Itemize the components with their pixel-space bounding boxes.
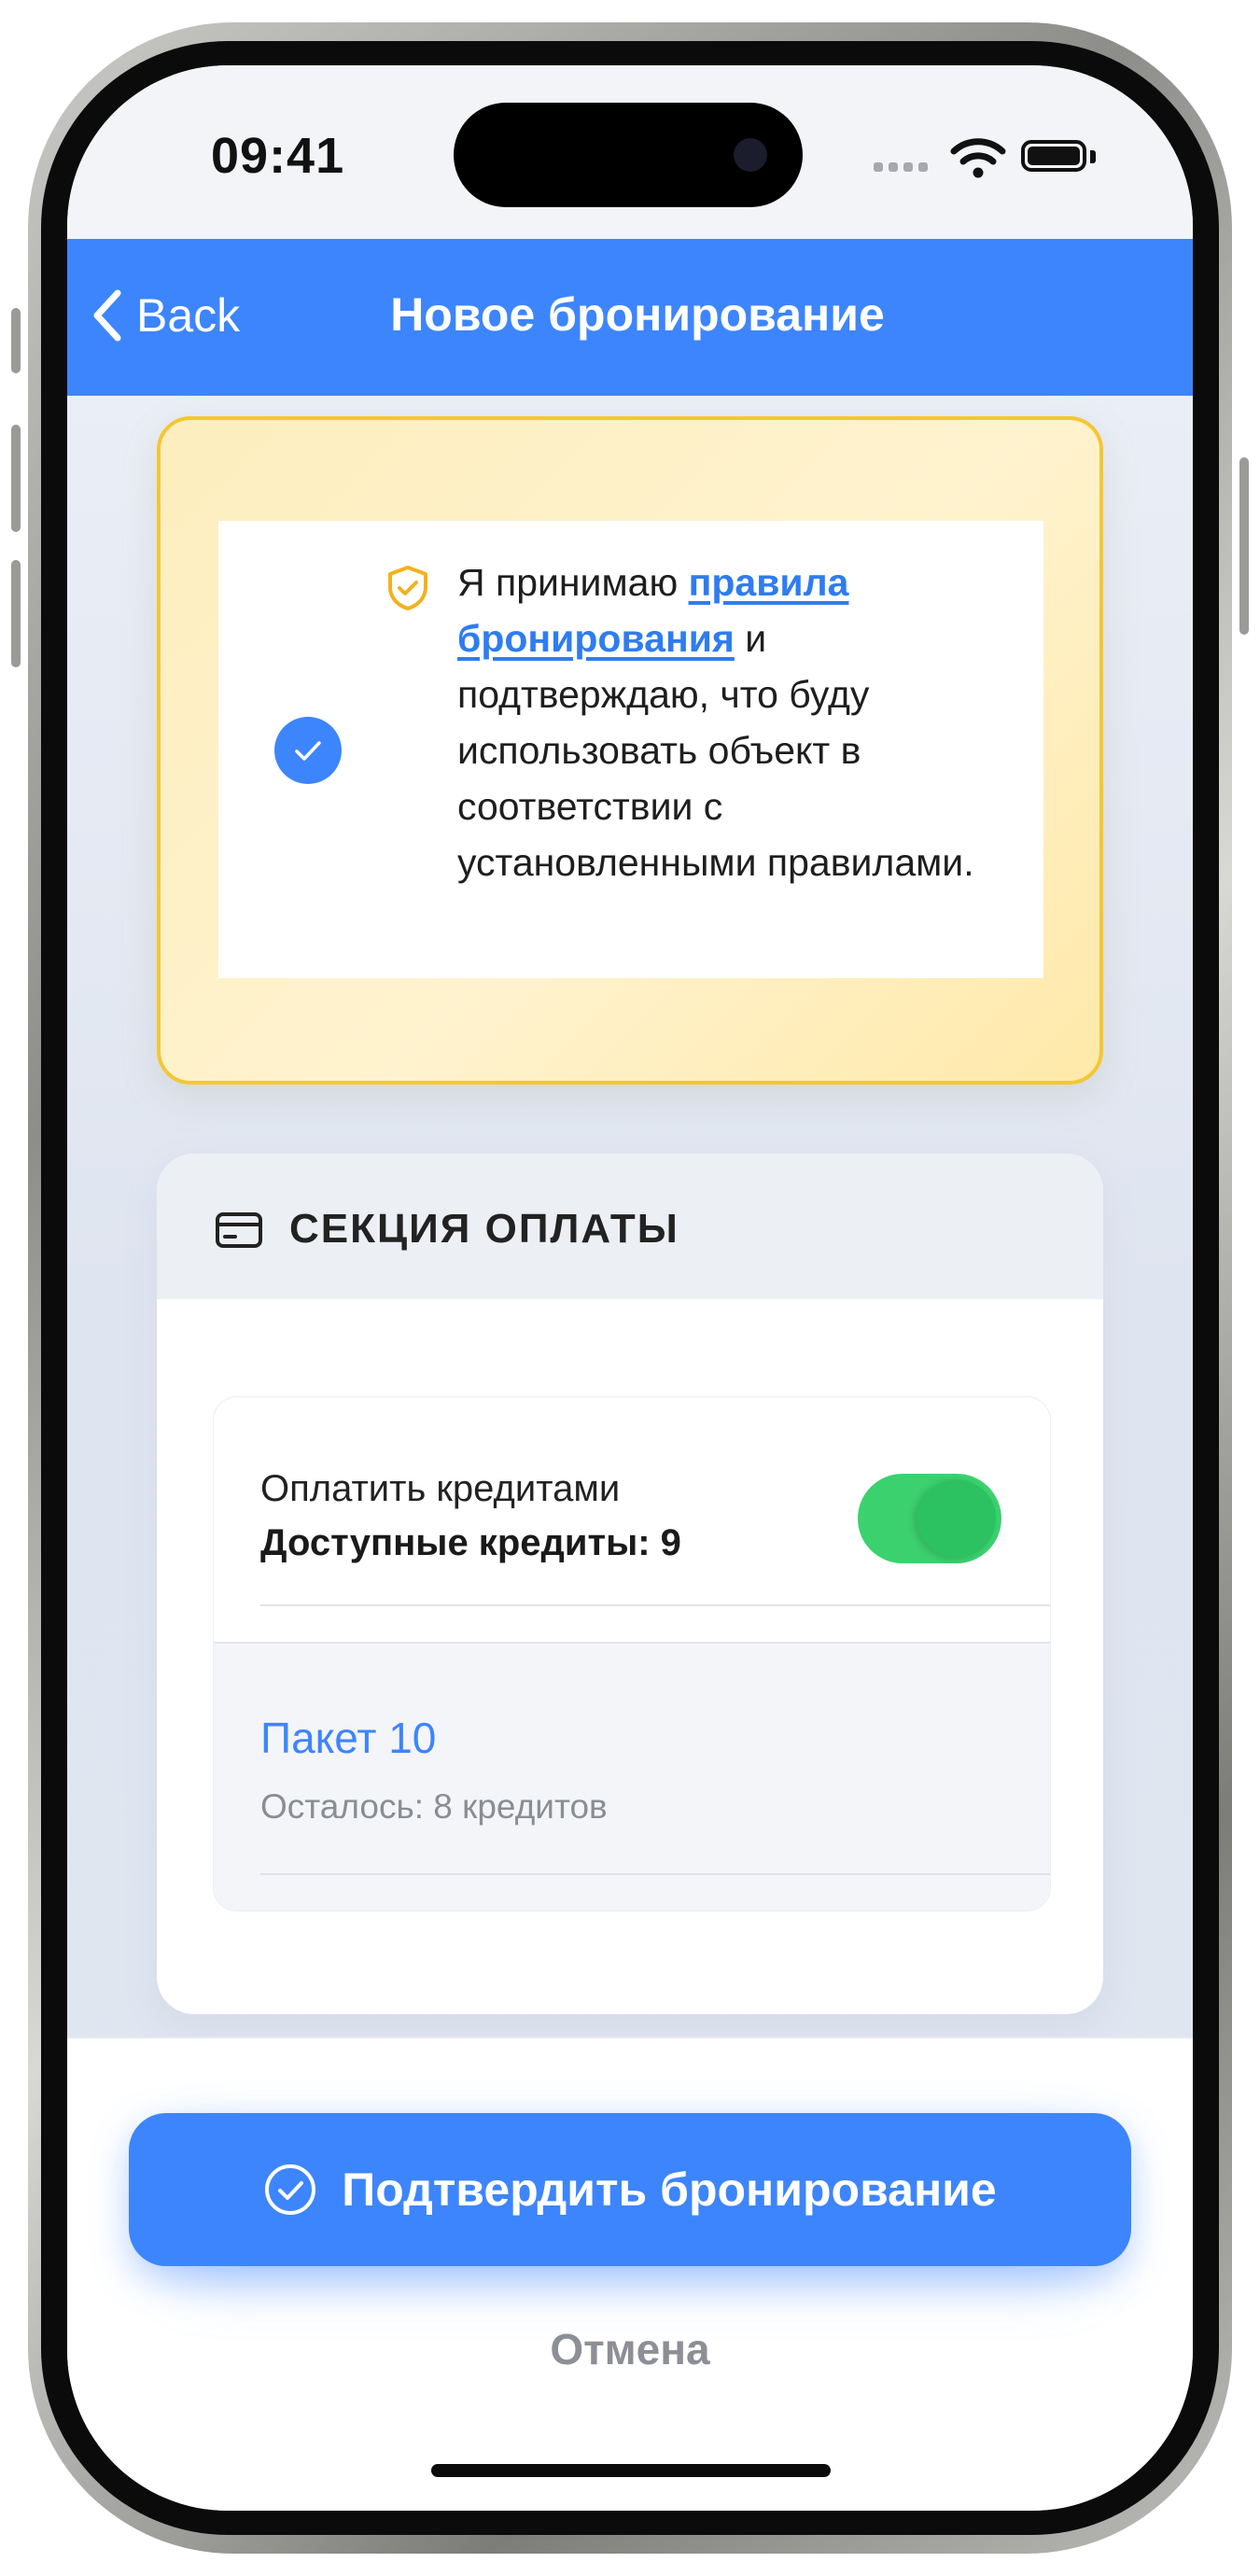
battery-icon xyxy=(1021,140,1086,172)
credit-package-item[interactable]: Пакет 10 Осталось: 8 кредитов xyxy=(214,1642,1050,1911)
package-remaining: Осталось: 8 кредитов xyxy=(260,1787,608,1826)
confirm-booking-button[interactable]: Подтвердить бронирование xyxy=(129,2113,1131,2266)
status-bar: 09:41 xyxy=(67,65,1193,239)
divider xyxy=(260,1604,1050,1606)
package-name: Пакет 10 xyxy=(260,1714,437,1762)
check-icon xyxy=(295,741,321,761)
phone-volume-up xyxy=(11,425,21,532)
phone-action-button xyxy=(11,308,21,373)
agreement-checkbox[interactable] xyxy=(274,717,342,784)
divider xyxy=(260,1873,1050,1875)
nav-bar: Back Новое бронирование xyxy=(67,239,1193,396)
agreement-text: Я принимаю правила бронирования и подтве… xyxy=(457,554,980,890)
cancel-button[interactable]: Отмена xyxy=(67,2324,1193,2374)
pay-with-credits-label: Оплатить кредитами xyxy=(260,1468,621,1509)
screen: 09:41 Back Новое бронирование Я принимаю… xyxy=(67,65,1193,2511)
payment-header: СЕКЦИЯ ОПЛАТЫ xyxy=(157,1154,1103,1299)
home-indicator[interactable] xyxy=(431,2464,831,2477)
agreement-row[interactable]: Я принимаю правила бронирования и подтве… xyxy=(218,521,1043,978)
bottom-action-bar: Подтвердить бронирование Отмена xyxy=(67,2037,1193,2511)
shield-check-icon xyxy=(388,566,427,610)
available-credits-label: Доступные кредиты: 9 xyxy=(260,1522,681,1563)
dynamic-island xyxy=(454,103,803,207)
signal-icon xyxy=(874,162,928,172)
phone-volume-down xyxy=(11,560,21,667)
check-circle-icon xyxy=(265,2164,316,2215)
credit-card-icon xyxy=(216,1212,262,1248)
pay-with-credits-toggle[interactable] xyxy=(858,1474,1001,1563)
payment-section: СЕКЦИЯ ОПЛАТЫ Оплатить кредитами Доступн… xyxy=(157,1154,1103,2014)
agreement-text-before: Я принимаю xyxy=(457,561,689,604)
toggle-knob xyxy=(917,1479,996,1558)
wifi-icon xyxy=(950,138,1006,178)
camera-icon xyxy=(734,138,767,172)
status-time: 09:41 xyxy=(211,128,345,184)
agreement-card: Я принимаю правила бронирования и подтве… xyxy=(157,416,1103,1085)
battery-cap xyxy=(1090,150,1096,163)
phone-power-button xyxy=(1239,457,1249,635)
payment-title: СЕКЦИЯ ОПЛАТЫ xyxy=(289,1206,679,1252)
confirm-booking-label: Подтвердить бронирование xyxy=(342,2163,997,2216)
pay-with-credits-row: Оплатить кредитами Доступные кредиты: 9 xyxy=(214,1397,1050,1640)
page-title: Новое бронирование xyxy=(390,288,885,341)
credits-box: Оплатить кредитами Доступные кредиты: 9 … xyxy=(213,1396,1051,1911)
